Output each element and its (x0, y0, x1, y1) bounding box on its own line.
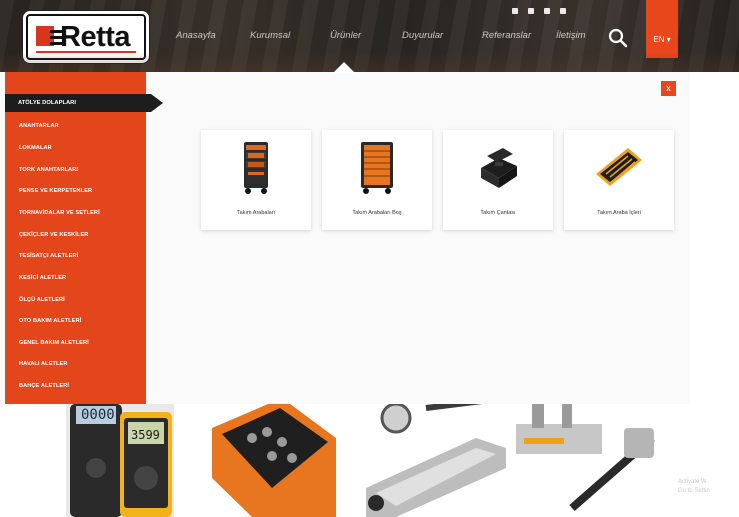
instagram-icon[interactable] (544, 8, 550, 14)
social-links (512, 8, 566, 14)
category-card-label: Takım Çantası (480, 210, 516, 216)
sidebar-item-pneumatic-tools[interactable]: HAVALI ALETLER (19, 361, 68, 367)
nav-dropdown-caret (333, 62, 355, 73)
empty-tool-cabinet-icon (361, 142, 393, 194)
category-card-label: Takım Araba İçleri (597, 210, 641, 216)
tool-trolley-icon (244, 142, 268, 194)
watermark-text: Activate W Go to Settin (678, 479, 710, 494)
site-header: Retta Anasayfa Kurumsal Ürünler Duyurula… (0, 0, 739, 72)
sidebar-item-cutting-tools[interactable]: KESİCİ ALETLER (19, 275, 66, 281)
nav-item-home[interactable]: Anasayfa (176, 30, 216, 41)
language-label: EN ▾ (653, 35, 671, 44)
socket-set-image (212, 398, 336, 517)
product-image-floor-jack[interactable] (356, 398, 510, 517)
sidebar-item-general-maintenance[interactable]: GENEL BAKIM ALETLERİ (19, 340, 89, 346)
sidebar-item-hammers[interactable]: ÇEKİÇLER VE KESKİLER (19, 232, 88, 238)
pneumatic-tool-image (512, 398, 662, 517)
retta-logo-mark (36, 24, 62, 50)
nav-item-corporate[interactable]: Kurumsal (250, 30, 290, 41)
category-card-tool-cases[interactable]: Takım Çantası (443, 130, 553, 230)
sidebar-item-torque-wrenches[interactable]: TORK ANAHTARLARI (19, 167, 78, 173)
category-card-label: Takım Arabaları Boş (352, 210, 402, 216)
product-image-socket-set[interactable] (212, 398, 336, 517)
youtube-icon[interactable] (560, 8, 566, 14)
multimeter-right-display: 3599 (131, 428, 160, 442)
sidebar-item-measuring-tools[interactable]: ÖLÇÜ ALETLERİ (19, 297, 65, 303)
nav-item-announcements[interactable]: Duyurular (402, 30, 443, 41)
category-card-empty-cabinets[interactable]: Takım Arabaları Boş (322, 130, 432, 230)
nav-item-contact[interactable]: İletişim (556, 30, 586, 41)
sidebar-item-plumbing-tools[interactable]: TESİSATÇI ALETLERİ (19, 253, 78, 259)
sidebar-item-wrenches[interactable]: ANAHTARLAR (19, 123, 59, 129)
sidebar-item-pliers[interactable]: PENSE VE KERPETENLER (19, 188, 92, 194)
language-selector[interactable]: EN ▾ (646, 0, 678, 58)
tool-tray-icon (596, 148, 642, 186)
category-card-label: Takım Arabaları (236, 210, 276, 216)
nav-item-products[interactable]: Ürünler (330, 30, 361, 41)
sidebar-item-garden-tools[interactable]: BAHÇE ALETLERİ (19, 383, 69, 389)
search-icon[interactable] (608, 28, 628, 48)
sidebar-item-sockets[interactable]: LOKMALAR (19, 145, 52, 151)
nav-item-references[interactable]: Referanslar (482, 30, 531, 41)
sidebar-item-workshop-cabinets[interactable]: ATÖLYE DOLAPLARI (5, 94, 163, 112)
sidebar-item-screwdrivers[interactable]: TORNAVİDALAR VE SETLERİ (19, 210, 100, 216)
retta-logo[interactable]: Retta (26, 14, 146, 60)
close-menu-button[interactable]: x (661, 81, 676, 96)
sidebar-item-auto-maintenance[interactable]: OTO BAKIM ALETLERİ (19, 318, 81, 324)
sidebar-active-label: ATÖLYE DOLAPLARI (18, 100, 76, 106)
category-card-tool-trays[interactable]: Takım Araba İçleri (564, 130, 674, 230)
tool-case-icon (481, 148, 517, 188)
floor-jack-image (356, 398, 510, 517)
logo-text: Retta (60, 21, 131, 53)
product-image-pneumatic-tools[interactable] (512, 398, 662, 517)
category-sidebar: ANAHTARLAR LOKMALAR TORK ANAHTARLARI PEN… (5, 72, 146, 404)
product-image-multimeters[interactable]: 0000 3599 (66, 398, 174, 517)
facebook-icon[interactable] (512, 8, 518, 14)
category-card-tool-trolleys[interactable]: Takım Arabaları (201, 130, 311, 230)
multimeter-left-display: 0000 (81, 407, 115, 423)
twitter-icon[interactable] (528, 8, 534, 14)
